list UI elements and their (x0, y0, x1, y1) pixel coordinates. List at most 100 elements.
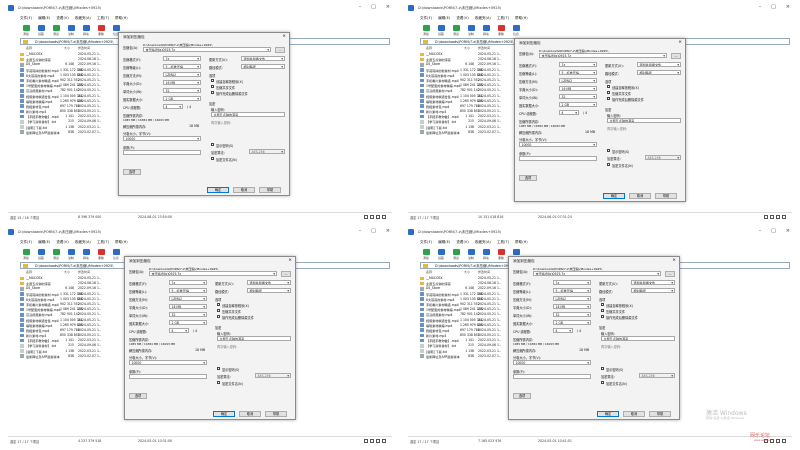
method-select[interactable]: LZMA2 (163, 72, 201, 78)
parameters-field[interactable] (129, 374, 207, 380)
path-mode-select[interactable]: 相对路径 (247, 288, 291, 294)
column-size[interactable]: 大小 (464, 270, 470, 274)
path-mode-select[interactable]: 相对路径 (241, 64, 285, 70)
toolbar-button[interactable]: 信息 (110, 249, 122, 260)
check-icon[interactable] (782, 439, 786, 443)
toolbar-button[interactable]: 移动 (80, 25, 92, 36)
split-volume-field[interactable]: 10000 (123, 136, 201, 142)
maximize-icon[interactable]: □ (771, 4, 776, 10)
archive-name-field[interactable]: 未压缩(Mix)0925.7z (539, 53, 667, 59)
menu-item[interactable]: 工具(T) (97, 16, 109, 21)
split-volume-field[interactable]: 10000 (519, 142, 597, 148)
path-mode-select[interactable]: 相对路径 (637, 70, 681, 76)
menu-item[interactable]: 编辑(E) (438, 240, 450, 245)
word-size-select[interactable]: 32 (553, 312, 591, 318)
maximize-icon[interactable]: □ (371, 228, 376, 234)
column-name[interactable]: 名称 (26, 46, 32, 50)
settings-icon[interactable] (770, 215, 774, 219)
word-size-select[interactable]: 32 (163, 88, 201, 94)
method-select[interactable]: LZMA2 (559, 78, 597, 84)
sfx-checkbox[interactable] (211, 79, 215, 83)
archive-name-field[interactable]: 未压缩(Mix)0925.7z (143, 47, 271, 53)
settings-icon[interactable] (370, 215, 374, 219)
options-button[interactable]: 选项 (513, 393, 531, 399)
format-select[interactable]: 7z (163, 56, 201, 62)
sfx-checkbox[interactable] (607, 85, 611, 89)
sfx-checkbox[interactable] (601, 303, 605, 307)
parameters-field[interactable] (513, 374, 591, 380)
options-button[interactable]: 选项 (129, 393, 147, 399)
menu-item[interactable]: 工具(T) (497, 16, 509, 21)
help-button[interactable]: 帮助 (655, 193, 677, 199)
column-modified[interactable]: 修改时间 (478, 270, 490, 274)
toolbar-button[interactable]: 移动 (80, 249, 92, 260)
options-button[interactable]: 选项 (519, 175, 537, 181)
toolbar-button[interactable]: 提取 (35, 249, 47, 260)
show-password-checkbox[interactable] (211, 143, 215, 147)
delete-after-checkbox[interactable] (217, 315, 221, 319)
shared-files-checkbox[interactable] (607, 91, 611, 95)
lock-icon[interactable] (376, 215, 380, 219)
column-size[interactable]: 大小 (464, 46, 470, 50)
solid-block-select[interactable]: 2 GB (559, 102, 597, 108)
menu-item[interactable]: 工具(T) (497, 240, 509, 245)
level-select[interactable]: 5 - 标准压缩 (163, 64, 201, 70)
minimize-icon[interactable]: – (359, 228, 362, 234)
encryption-method-select[interactable]: AES-256 (639, 373, 675, 379)
toolbar-button[interactable]: 提取 (435, 25, 447, 36)
toolbar-button[interactable]: 添加 (20, 25, 32, 36)
menu-item[interactable]: 收藏夹(A) (475, 16, 491, 21)
word-size-select[interactable]: 32 (559, 94, 597, 100)
maximize-icon[interactable]: □ (371, 4, 376, 10)
dialog-close-icon[interactable]: × (288, 258, 292, 263)
menu-item[interactable]: 收藏夹(A) (75, 240, 91, 245)
options-button[interactable]: 选项 (123, 169, 141, 175)
check-icon[interactable] (382, 439, 386, 443)
path-mode-select[interactable]: 相对路径 (631, 288, 675, 294)
minimize-icon[interactable]: – (759, 228, 762, 234)
menu-item[interactable]: 文件(F) (420, 240, 432, 245)
cpu-threads-select[interactable]: 4 (169, 328, 189, 334)
menu-item[interactable]: 编辑(E) (38, 240, 50, 245)
level-select[interactable]: 5 - 标准压缩 (169, 288, 207, 294)
parameters-field[interactable] (519, 156, 597, 162)
shared-files-checkbox[interactable] (217, 309, 221, 313)
password-field[interactable]: 主题五点钟的漂亮 (217, 336, 291, 342)
cancel-button[interactable]: 取消 (239, 411, 261, 417)
toolbar-button[interactable]: 提取 (435, 249, 447, 260)
ok-button[interactable]: 确定 (603, 193, 625, 199)
toolbar-button[interactable]: 添加 (420, 25, 432, 36)
lock-icon[interactable] (776, 439, 780, 443)
encryption-method-select[interactable]: AES-256 (645, 155, 681, 161)
toolbar-button[interactable]: 删除 (495, 249, 507, 260)
menu-item[interactable]: 收藏夹(A) (475, 240, 491, 245)
browse-button[interactable]: ... (665, 271, 675, 277)
solid-block-select[interactable]: 2 GB (169, 320, 207, 326)
format-select[interactable]: 7z (169, 280, 207, 286)
minimize-icon[interactable]: – (359, 4, 362, 10)
password-field[interactable]: 主题五点钟的漂亮 (211, 112, 285, 118)
cancel-button[interactable]: 取消 (233, 187, 255, 193)
ok-button[interactable]: 确定 (207, 187, 229, 193)
column-name[interactable]: 名称 (426, 270, 432, 274)
toolbar-button[interactable]: 测试 (450, 25, 462, 36)
toolbar-button[interactable]: 测试 (50, 249, 62, 260)
encrypt-names-checkbox[interactable] (607, 163, 611, 167)
menu-item[interactable]: 查看(V) (456, 240, 468, 245)
toolbar-button[interactable]: 信息 (510, 25, 522, 36)
toolbar-button[interactable]: 添加 (420, 249, 432, 260)
close-icon[interactable]: × (786, 4, 790, 10)
sfx-checkbox[interactable] (217, 303, 221, 307)
password-field[interactable]: 主题五点钟的漂亮 (601, 336, 675, 342)
column-modified[interactable]: 修改时间 (478, 46, 490, 50)
toolbar-button[interactable]: 复制 (65, 25, 77, 36)
encryption-method-select[interactable]: AES-256 (249, 149, 285, 155)
encrypt-names-checkbox[interactable] (211, 157, 215, 161)
maximize-icon[interactable]: □ (771, 228, 776, 234)
menu-item[interactable]: 查看(V) (56, 16, 68, 21)
method-select[interactable]: LZMA2 (169, 296, 207, 302)
menu-item[interactable]: 编辑(E) (438, 16, 450, 21)
ok-button[interactable]: 确定 (597, 411, 619, 417)
minimize-icon[interactable]: – (759, 4, 762, 10)
toolbar-button[interactable]: 移动 (480, 249, 492, 260)
